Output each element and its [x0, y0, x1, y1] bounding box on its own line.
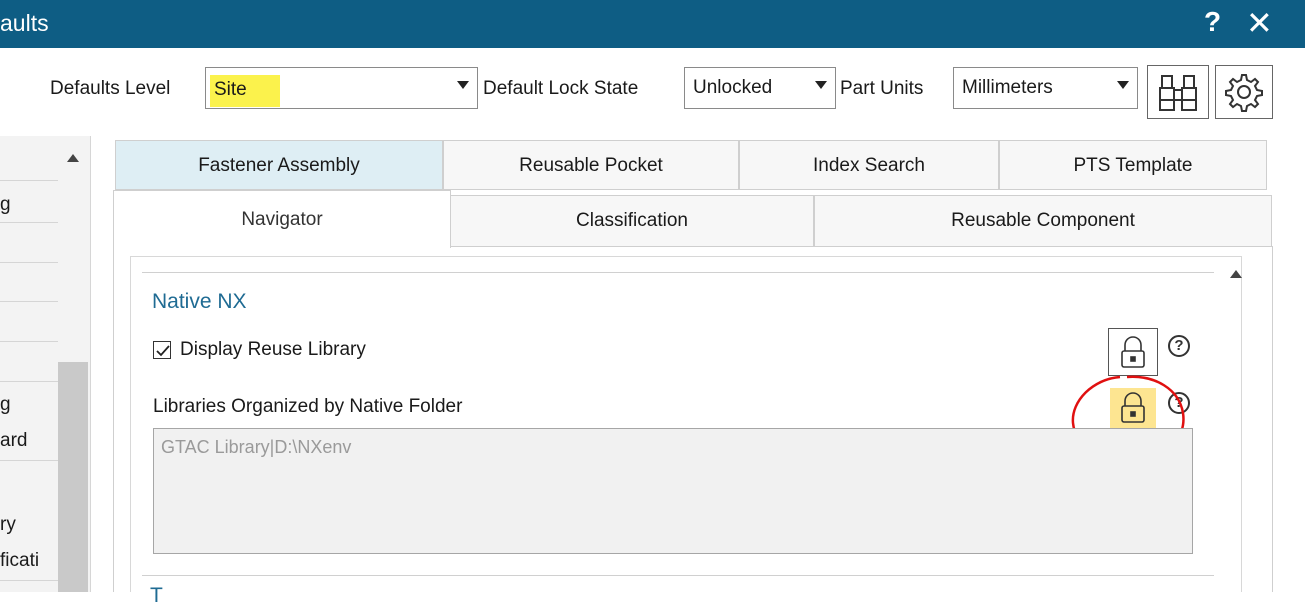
part-units-value: Millimeters [962, 77, 1053, 98]
defaults-level-value: Site [210, 75, 280, 107]
section-divider [142, 575, 1214, 576]
gear-icon [1225, 74, 1263, 112]
tab-fastener-assembly[interactable]: Fastener Assembly [115, 140, 443, 190]
scrollbar-thumb[interactable] [58, 362, 88, 592]
defaults-level-label: Defaults Level [50, 78, 171, 99]
display-reuse-label: Display Reuse Library [180, 339, 366, 360]
scroll-up-icon[interactable] [1230, 270, 1242, 278]
tab-reusable-pocket[interactable]: Reusable Pocket [443, 140, 739, 190]
settings-button[interactable] [1215, 65, 1273, 119]
libraries-textarea[interactable]: GTAC Library|D:\NXenv [153, 428, 1193, 554]
section-title: Native NX [152, 290, 247, 313]
part-units-label: Part Units [840, 78, 924, 99]
section-divider [142, 272, 1214, 273]
checkmark-icon [156, 345, 170, 357]
tab-classification[interactable]: Classification [450, 195, 814, 247]
display-reuse-checkbox[interactable] [153, 341, 171, 359]
left-item[interactable]: ry [0, 514, 58, 536]
left-separator [0, 301, 58, 302]
find-button[interactable] [1147, 65, 1209, 119]
binoculars-icon [1159, 75, 1197, 111]
left-separator [0, 381, 58, 382]
help-icon[interactable]: ? [1168, 335, 1190, 357]
tab-index-search[interactable]: Index Search [739, 140, 999, 190]
close-button[interactable]: ✕ [1246, 3, 1273, 43]
left-item[interactable]: ficati [0, 550, 58, 572]
left-separator [0, 180, 58, 181]
left-separator [0, 222, 58, 223]
left-item[interactable]: g [0, 194, 58, 216]
libraries-value: GTAC Library|D:\NXenv [161, 437, 352, 457]
left-item[interactable]: ard [0, 430, 58, 452]
section-title-partial: T [150, 584, 163, 607]
chevron-down-icon [1117, 81, 1129, 89]
scroll-up-icon[interactable] [67, 154, 79, 162]
tab-navigator[interactable]: Navigator [113, 190, 451, 248]
defaults-level-select[interactable]: Site [205, 67, 478, 109]
window-title: aults [0, 10, 49, 36]
left-separator [0, 262, 58, 263]
left-item[interactable]: g [0, 394, 58, 416]
left-separator [0, 341, 58, 342]
chevron-down-icon [815, 81, 827, 89]
lock-state-value: Unlocked [693, 77, 773, 98]
chevron-down-icon [457, 81, 469, 89]
libraries-label: Libraries Organized by Native Folder [153, 396, 463, 417]
tab-pts-template[interactable]: PTS Template [999, 140, 1267, 190]
left-separator [0, 580, 58, 581]
part-units-select[interactable]: Millimeters [953, 67, 1138, 109]
lock-state-label: Default Lock State [483, 78, 639, 99]
title-bar [0, 0, 1305, 48]
lock-state-select[interactable]: Unlocked [684, 67, 836, 109]
left-separator [0, 460, 58, 461]
tab-reusable-component[interactable]: Reusable Component [814, 195, 1272, 247]
help-button[interactable]: ? [1204, 6, 1221, 38]
